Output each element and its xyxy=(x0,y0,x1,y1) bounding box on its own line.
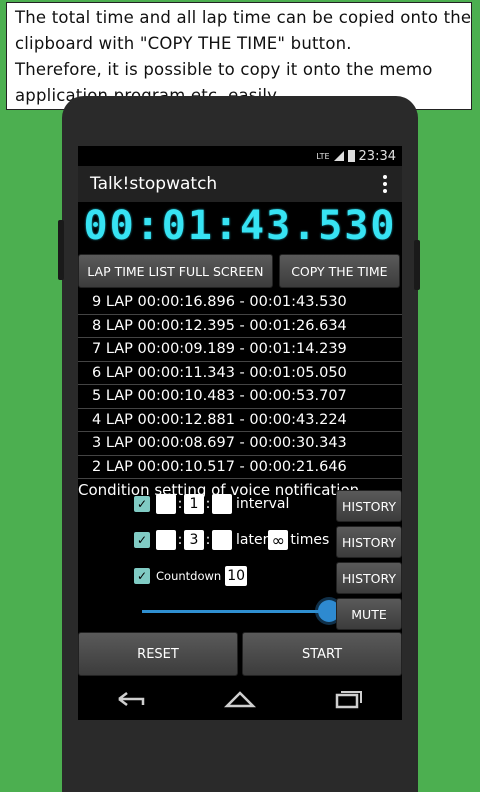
times-field[interactable]: ∞ xyxy=(268,530,289,550)
interval-checkbox[interactable]: ✓ xyxy=(134,496,150,512)
lap-row: 7 LAP 00:00:09.189 - 00:01:14.239 xyxy=(78,338,402,362)
caption-line-2: clipboard with "COPY THE TIME" button. xyxy=(15,34,352,53)
times-label: times xyxy=(290,532,330,548)
colon: : xyxy=(205,532,211,548)
colon: : xyxy=(205,496,211,512)
colon: : xyxy=(177,496,183,512)
countdown-field[interactable]: 10 xyxy=(225,566,248,586)
lap-row: 2 LAP 00:00:10.517 - 00:00:21.646 xyxy=(78,456,402,479)
later-hours-field[interactable] xyxy=(156,530,176,550)
caption-line-3: Therefore, it is possible to copy it ont… xyxy=(15,60,433,79)
history-button-later[interactable]: HISTORY xyxy=(336,526,402,558)
caption-line-1: The total time and all lap time can be c… xyxy=(15,8,472,27)
later-seconds-field[interactable] xyxy=(212,530,232,550)
timer-display: 00:01:43.530 xyxy=(78,202,402,250)
phone-screen: LTE 23:34 Talk!stopwatch 00:01:43.530 LA… xyxy=(78,146,402,720)
later-checkbox[interactable]: ✓ xyxy=(134,532,150,548)
app-title: Talk!stopwatch xyxy=(90,174,218,194)
timer-main: 00:01:43 xyxy=(83,203,293,249)
timer-ms: .530 xyxy=(292,203,397,249)
battery-icon xyxy=(347,150,355,162)
overflow-menu-icon[interactable] xyxy=(380,175,390,193)
colon: : xyxy=(177,532,183,548)
caption-box: The total time and all lap time can be c… xyxy=(6,2,472,110)
countdown-label: Countdown xyxy=(156,569,222,583)
volume-button xyxy=(58,220,64,280)
lap-list: 9 LAP 00:00:16.896 - 00:01:43.530 8 LAP … xyxy=(78,291,402,479)
action-bar: Talk!stopwatch xyxy=(78,166,402,202)
lap-row: 8 LAP 00:00:12.395 - 00:01:26.634 xyxy=(78,315,402,338)
back-icon[interactable] xyxy=(115,689,149,709)
power-button xyxy=(414,240,420,290)
interval-row: ✓ : 1 : interval xyxy=(134,494,289,514)
interval-seconds-field[interactable] xyxy=(212,494,232,514)
top-buttons: LAP TIME LIST FULL SCREEN COPY THE TIME xyxy=(78,250,402,288)
lap-list-fullscreen-button[interactable]: LAP TIME LIST FULL SCREEN xyxy=(78,254,273,288)
reset-button[interactable]: RESET xyxy=(78,632,238,676)
history-button-interval[interactable]: HISTORY xyxy=(336,490,402,522)
lap-row: 6 LAP 00:00:11.343 - 00:01:05.050 xyxy=(78,362,402,385)
interval-label: interval xyxy=(236,496,290,512)
lte-label: LTE xyxy=(316,151,330,161)
copy-time-button[interactable]: COPY THE TIME xyxy=(278,254,400,288)
home-icon[interactable] xyxy=(223,689,257,709)
countdown-checkbox[interactable]: ✓ xyxy=(134,568,150,584)
signal-icon xyxy=(333,151,344,161)
start-button[interactable]: START xyxy=(242,632,402,676)
interval-minutes-field[interactable]: 1 xyxy=(184,494,204,514)
volume-slider-track[interactable] xyxy=(142,610,322,613)
lap-row: 3 LAP 00:00:08.697 - 00:00:30.343 xyxy=(78,432,402,456)
interval-hours-field[interactable] xyxy=(156,494,176,514)
recents-icon[interactable] xyxy=(331,689,365,709)
lap-row: 9 LAP 00:00:16.896 - 00:01:43.530 xyxy=(78,291,402,315)
lap-row: 5 LAP 00:00:10.483 - 00:00:53.707 xyxy=(78,385,402,409)
status-bar: LTE 23:34 xyxy=(78,146,402,166)
mute-button[interactable]: MUTE xyxy=(336,598,402,630)
later-minutes-field[interactable]: 3 xyxy=(184,530,204,550)
countdown-row: ✓ Countdown 10 xyxy=(134,566,248,586)
later-row: ✓ : 3 : later ∞ times xyxy=(134,530,329,550)
lap-row: 4 LAP 00:00:12.881 - 00:00:43.224 xyxy=(78,409,402,432)
later-label: later xyxy=(236,532,269,548)
navigation-bar xyxy=(78,678,402,720)
status-time: 23:34 xyxy=(358,148,396,164)
history-button-countdown[interactable]: HISTORY xyxy=(336,562,402,594)
